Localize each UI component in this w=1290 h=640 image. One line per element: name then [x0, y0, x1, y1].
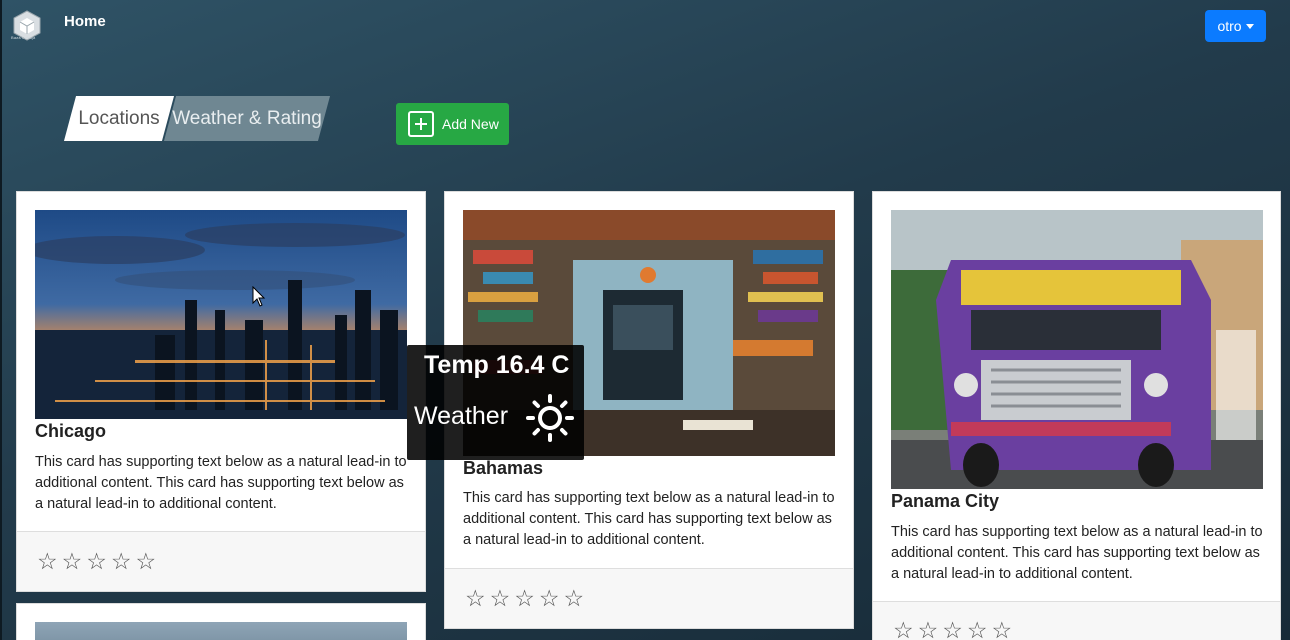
rating-footer: ☆ ☆ ☆ ☆ ☆	[17, 531, 425, 591]
star-icon[interactable]: ☆	[490, 587, 511, 610]
user-menu-button[interactable]: otro	[1205, 10, 1266, 42]
location-card-panama-city: Panama City This card has supporting tex…	[872, 191, 1281, 640]
add-new-label: Add New	[442, 116, 499, 132]
star-icon[interactable]: ☆	[111, 550, 132, 573]
card-text: This card has supporting text below as a…	[35, 454, 407, 512]
panama-bus-image[interactable]	[891, 210, 1263, 489]
tab-weather-rating-label: Weather & Rating	[172, 108, 322, 129]
mouse-cursor-icon	[252, 286, 266, 307]
plus-square-icon	[408, 111, 434, 137]
star-icon[interactable]: ☆	[539, 587, 560, 610]
brand-logo-text: Baas Luhaja	[11, 35, 36, 40]
location-card-partial	[16, 603, 426, 640]
star-icon[interactable]: ☆	[465, 587, 486, 610]
chicago-skyline-image[interactable]	[35, 210, 407, 419]
tab-locations[interactable]: Locations	[63, 96, 175, 141]
add-new-button[interactable]: Add New	[396, 103, 509, 145]
card-title: Panama City	[891, 491, 1000, 511]
window-edge	[0, 0, 2, 640]
weather-tooltip: Temp 16.4 C Weather	[407, 345, 584, 460]
caret-down-icon	[1245, 23, 1254, 29]
tab-weather-rating[interactable]: Weather & Rating	[163, 96, 331, 141]
star-icon[interactable]: ☆	[62, 550, 83, 573]
card-title: Chicago	[35, 421, 107, 441]
star-icon[interactable]: ☆	[942, 619, 963, 640]
tooltip-weather-label: Weather	[414, 402, 509, 430]
card-text: This card has supporting text below as a…	[463, 490, 835, 548]
star-icon[interactable]: ☆	[37, 550, 58, 573]
user-menu-label: otro	[1217, 18, 1242, 34]
star-icon[interactable]: ☆	[514, 587, 535, 610]
card-image-partial[interactable]	[35, 622, 407, 640]
rating-footer: ☆ ☆ ☆ ☆ ☆	[873, 601, 1280, 640]
card-text: This card has supporting text below as a…	[891, 524, 1263, 582]
star-icon[interactable]: ☆	[893, 619, 914, 640]
nav-home-link[interactable]: Home	[64, 13, 106, 30]
star-icon[interactable]: ☆	[86, 550, 107, 573]
star-icon[interactable]: ☆	[918, 619, 939, 640]
star-icon[interactable]: ☆	[992, 619, 1013, 640]
sun-icon	[526, 394, 574, 442]
star-icon[interactable]: ☆	[967, 619, 988, 640]
location-card-chicago: Chicago This card has supporting text be…	[16, 191, 426, 592]
tooltip-temp: Temp 16.4 C	[424, 351, 570, 379]
tab-locations-label: Locations	[78, 108, 160, 129]
rating-footer: ☆ ☆ ☆ ☆ ☆	[445, 568, 853, 628]
star-icon[interactable]: ☆	[136, 550, 157, 573]
card-title: Bahamas	[463, 458, 544, 478]
star-icon[interactable]: ☆	[564, 587, 585, 610]
